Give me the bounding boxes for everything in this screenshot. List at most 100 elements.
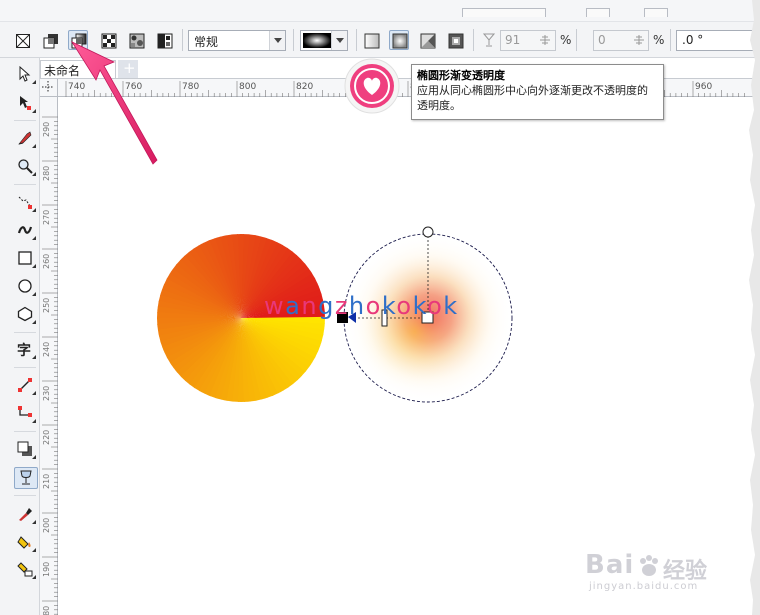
spin-arrows-icon[interactable] <box>540 35 550 45</box>
separator <box>356 29 357 51</box>
ruler-origin[interactable] <box>40 79 58 97</box>
dimension-tool[interactable] <box>14 375 38 397</box>
watermark-url: jingyan.baidu.com <box>589 581 699 592</box>
arrow-pointer-icon <box>19 66 31 82</box>
linear-gradient-transparency-button[interactable] <box>361 30 381 50</box>
bitmap-pattern-transparency-button[interactable] <box>126 30 146 50</box>
crosshair-icon <box>42 81 54 93</box>
ruler-label: 220 <box>42 430 51 445</box>
vertical-ruler[interactable]: 290 280 270 260 250 240 230 220 210 200 190 180 <box>40 97 58 615</box>
transparency-picker[interactable] <box>300 30 348 51</box>
separator <box>473 29 474 51</box>
vector-pattern-icon <box>101 33 117 49</box>
gradient-preview-icon <box>303 33 331 48</box>
uniform-transparency-button[interactable] <box>40 30 60 50</box>
midpoint-value: 0 <box>598 33 606 47</box>
ruler-label: 740 <box>68 82 85 92</box>
interactive-fill-tool[interactable] <box>14 532 38 554</box>
ruler-label: 200 <box>42 518 51 533</box>
text-glyph-icon: 字 <box>17 342 31 357</box>
document-tab[interactable]: 未命名 <box>40 60 116 78</box>
zoom-tool[interactable] <box>14 156 38 178</box>
two-color-pattern-transparency-button[interactable] <box>154 30 174 50</box>
ruler-label: 190 <box>42 562 51 577</box>
paw-icon <box>640 555 658 576</box>
transparency-unit: % <box>560 33 572 47</box>
fountain-transparency-button[interactable] <box>68 30 88 50</box>
ruler-label: 290 <box>42 122 51 137</box>
vector-pattern-transparency-button[interactable] <box>98 30 118 50</box>
separator <box>576 29 577 51</box>
linear-gradient-icon <box>364 33 380 49</box>
merge-mode-value: 常规 <box>194 35 219 49</box>
rectangular-gradient-transparency-button[interactable] <box>445 30 465 50</box>
eyedropper-tool[interactable] <box>14 504 38 526</box>
ellipse-icon <box>18 279 32 293</box>
separator <box>670 29 671 51</box>
polygon-tool[interactable] <box>14 304 38 326</box>
text-tool[interactable]: 字 <box>14 339 38 361</box>
torn-edge <box>749 0 760 615</box>
watermark-brand: Bai <box>585 550 635 580</box>
transparency-value: 91 <box>505 33 521 47</box>
spin-arrows-icon[interactable] <box>634 35 644 45</box>
ruler-label: 760 <box>125 82 142 92</box>
shape-tool[interactable] <box>14 93 38 115</box>
knife-icon <box>18 131 32 145</box>
elliptical-gradient-icon <box>392 33 408 49</box>
tooltip-title: 椭圆形渐变透明度 <box>417 69 505 82</box>
crop-tool[interactable] <box>14 128 38 150</box>
drawing-canvas[interactable]: wangzhokokok <box>59 98 760 615</box>
app-window: 常规 91 % 0 % .0 ° 字 未命名 + 740 760 780 800… <box>0 0 760 615</box>
ruler-label: 230 <box>42 386 51 401</box>
menu-strip <box>0 0 760 22</box>
smart-fill-icon <box>17 562 33 577</box>
drop-shadow-tool[interactable] <box>14 439 38 461</box>
uniform-transparency-icon <box>43 34 58 49</box>
ruler-label: 270 <box>42 210 51 225</box>
conical-gradient-transparency-button[interactable] <box>417 30 437 50</box>
conical-gradient-icon <box>420 33 436 49</box>
ruler-label: 800 <box>239 82 256 92</box>
no-transparency-button[interactable] <box>12 30 32 50</box>
midpoint-unit: % <box>653 33 665 47</box>
separator <box>293 29 294 51</box>
angle-value: .0 ° <box>682 33 704 47</box>
ruler-label: 210 <box>42 474 51 489</box>
bitmap-pattern-icon <box>129 33 145 49</box>
artistic-media-tool[interactable] <box>14 220 38 242</box>
baidu-watermark: Bai 经验 jingyan.baidu.com <box>585 548 725 598</box>
transparency-tool[interactable] <box>14 467 38 489</box>
ruler-label: 960 <box>695 82 712 92</box>
wine-glass-icon <box>483 33 495 47</box>
menu-strip-segment <box>644 8 668 17</box>
rectangle-tool[interactable] <box>14 248 38 270</box>
ruler-label: 240 <box>42 342 51 357</box>
dimension-icon <box>18 378 32 392</box>
chevron-down-icon <box>331 31 347 50</box>
merge-mode-select[interactable]: 常规 <box>188 30 286 51</box>
eyedropper-icon <box>19 508 32 521</box>
fill-bucket-icon <box>17 536 31 549</box>
freehand-tool[interactable] <box>14 192 38 214</box>
fountain-transparency-icon <box>71 33 87 49</box>
menu-strip-segment <box>586 8 610 17</box>
ruler-label: 840 <box>353 82 370 92</box>
ellipse-tool[interactable] <box>14 276 38 298</box>
no-transparency-icon <box>16 34 30 48</box>
smart-fill-tool[interactable] <box>14 559 38 581</box>
svg-text:字: 字 <box>17 342 31 357</box>
drop-shadow-icon <box>17 441 32 456</box>
handle-radius[interactable] <box>422 226 434 238</box>
pick-tool[interactable] <box>14 64 38 86</box>
ruler-label: 280 <box>42 166 51 181</box>
chevron-down-icon <box>269 31 285 50</box>
artistic-brush-icon <box>17 226 33 234</box>
elliptical-gradient-transparency-button[interactable] <box>389 30 409 50</box>
two-color-pattern-icon <box>157 33 173 49</box>
connector-icon <box>18 406 32 417</box>
connector-tool[interactable] <box>14 403 38 425</box>
new-tab-button[interactable] <box>118 59 138 78</box>
magnifier-icon <box>18 159 33 174</box>
menu-strip-segment <box>462 8 546 17</box>
